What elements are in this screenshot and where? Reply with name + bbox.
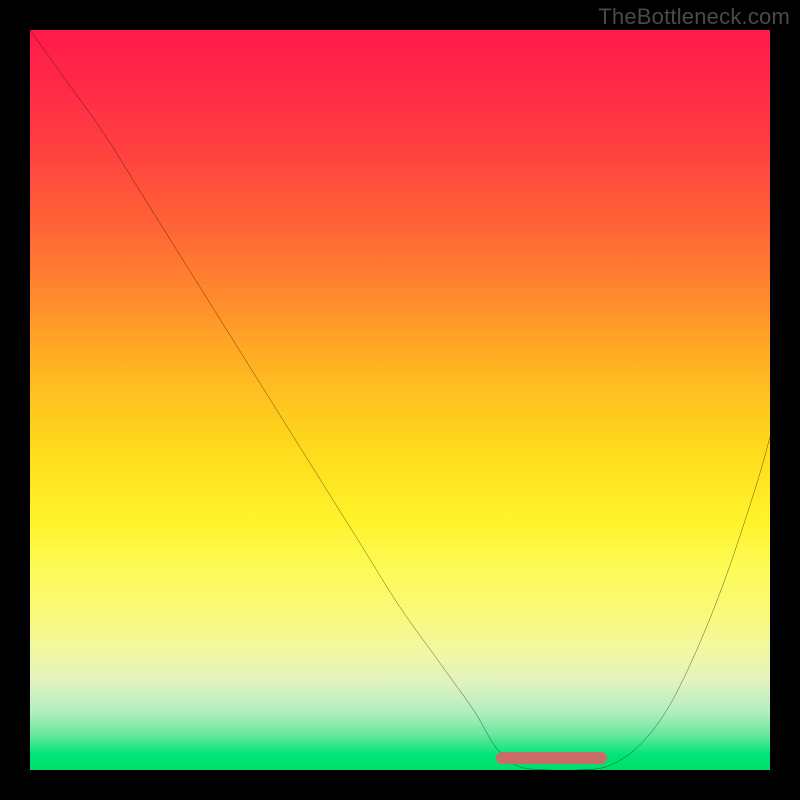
watermark-text: TheBottleneck.com — [598, 4, 790, 30]
bottleneck-curve — [30, 30, 770, 770]
plot-area — [30, 30, 770, 770]
chart-frame: TheBottleneck.com — [0, 0, 800, 800]
curve-path — [30, 30, 770, 770]
sweet-spot-indicator — [496, 752, 607, 764]
